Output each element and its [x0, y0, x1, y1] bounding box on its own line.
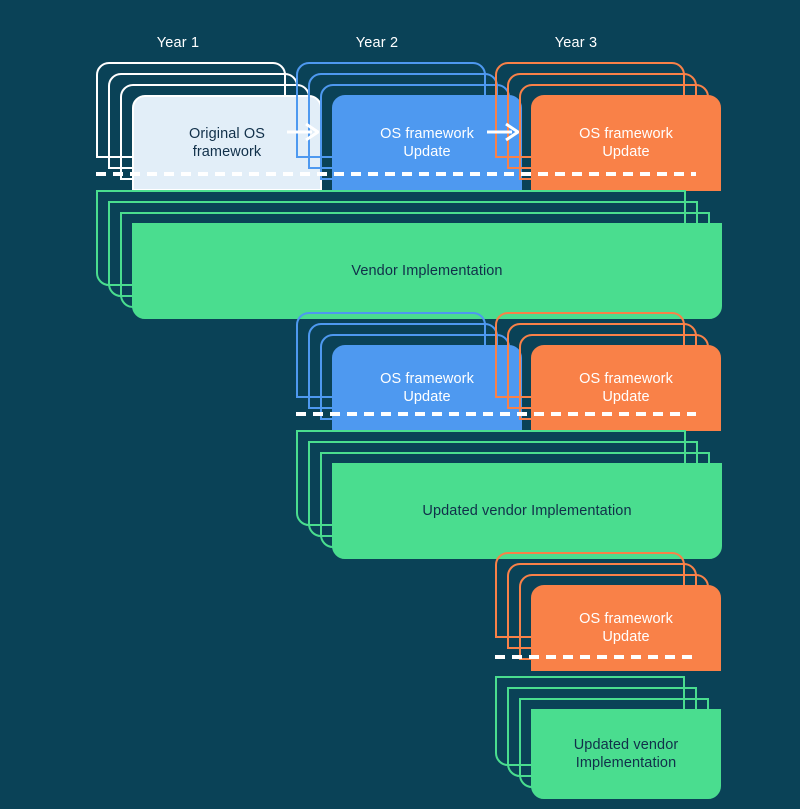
card-label: OS framework Update	[579, 611, 673, 645]
year-label-1: Year 1	[156, 35, 200, 51]
year-label-2: Year 2	[355, 35, 399, 51]
stack-updated-vendor-implementation-row3[interactable]: Updated vendor Implementation	[495, 676, 721, 799]
stack-vendor-implementation[interactable]: Vendor Implementation	[96, 190, 722, 319]
card-label: Updated vendor Implementation	[573, 737, 679, 771]
divider-row-1	[96, 172, 696, 176]
divider-row-3	[495, 655, 696, 659]
stack-front-card[interactable]: OS framework Update	[531, 345, 721, 431]
year-label-3: Year 3	[554, 35, 598, 51]
card-label: OS framework Update	[579, 371, 673, 405]
stack-front-card[interactable]: OS framework Update	[332, 345, 522, 431]
diagram-canvas: Year 1 Year 2 Year 3 Original OS framework O…	[0, 0, 800, 809]
stack-front-card[interactable]: Updated vendor Implementation	[332, 463, 722, 559]
card-label: Vendor Implementation	[351, 263, 503, 279]
stack-updated-vendor-implementation[interactable]: Updated vendor Implementation	[296, 430, 722, 559]
stack-front-card[interactable]: Original OS framework	[132, 95, 322, 191]
stack-front-card[interactable]: Vendor Implementation	[132, 223, 722, 319]
card-label: OS framework Update	[579, 126, 673, 160]
stack-front-card[interactable]: OS framework Update	[531, 95, 721, 191]
arrow-year2-to-year3	[487, 122, 521, 142]
stack-front-card[interactable]: OS framework Update	[332, 95, 522, 191]
divider-row-2	[296, 412, 696, 416]
stack-os-framework-update-row3-orange[interactable]: OS framework Update	[495, 552, 721, 671]
arrow-year1-to-year2	[287, 122, 321, 142]
card-label: OS framework Update	[380, 371, 474, 405]
stack-front-card[interactable]: Updated vendor Implementation	[531, 709, 721, 799]
card-label: Updated vendor Implementation	[422, 503, 632, 519]
